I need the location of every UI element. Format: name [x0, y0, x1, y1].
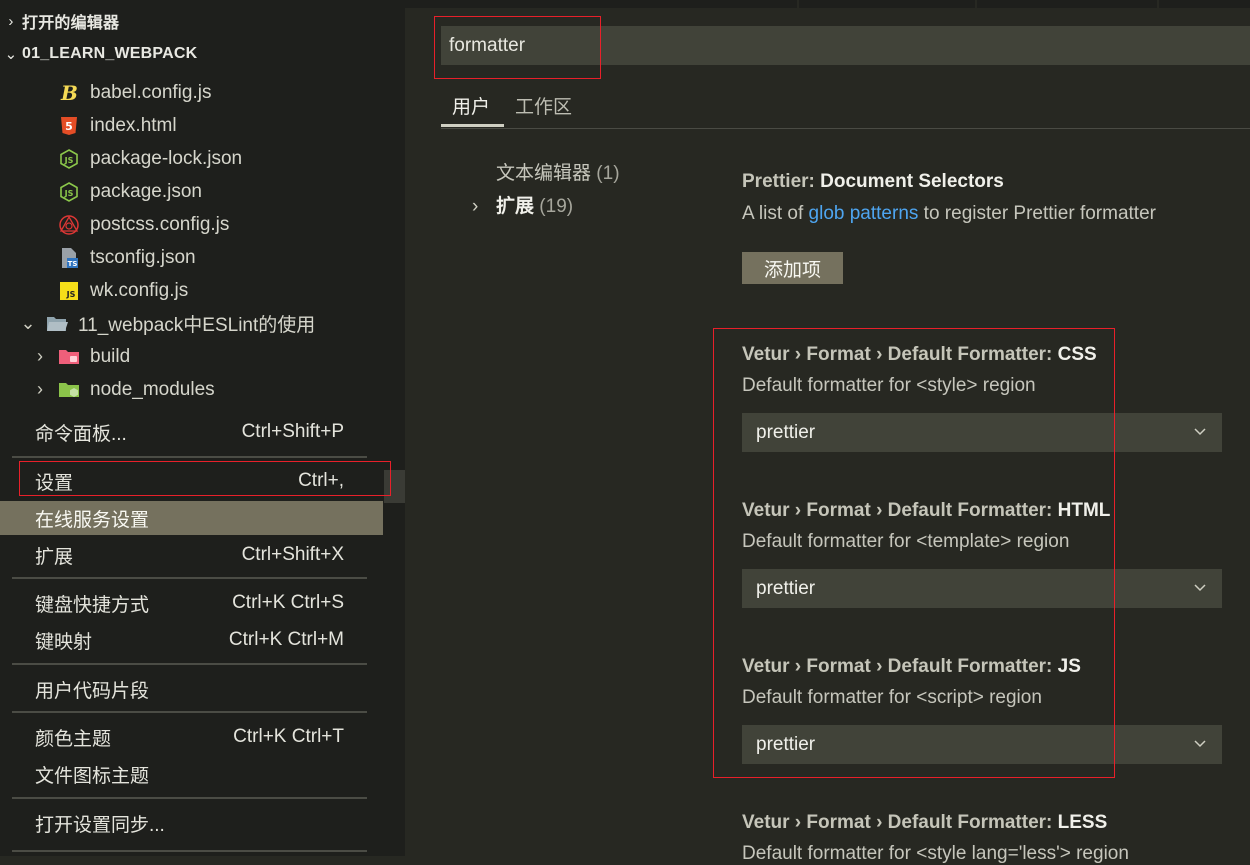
folder-name: build	[90, 345, 131, 367]
file-name: wk.config.js	[90, 279, 189, 301]
babel-icon: B	[58, 82, 80, 104]
file-item[interactable]: JS package.json	[58, 175, 202, 208]
menu-separator	[12, 711, 367, 713]
project-header[interactable]: ⌄ 01_LEARN_WEBPACK	[0, 38, 405, 70]
chevron-down-icon: ⌄	[4, 46, 18, 63]
svg-text:JS: JS	[66, 290, 76, 299]
chevron-right-icon: ›	[472, 196, 479, 217]
file-item[interactable]: JS wk.config.js	[58, 274, 188, 307]
open-editors-header[interactable]: › 打开的编辑器	[0, 5, 405, 37]
editor-tab-strip	[405, 0, 1250, 8]
menu-separator	[12, 850, 367, 852]
html5-icon: 5	[58, 115, 80, 137]
chevron-down-icon	[1194, 584, 1206, 592]
open-editors-label: 打开的编辑器	[22, 15, 120, 32]
postcss-icon	[58, 214, 80, 236]
menu-separator	[12, 456, 367, 458]
chevron-right-icon: ›	[8, 12, 14, 30]
tab-divider	[1157, 0, 1159, 8]
file-item[interactable]: TS tsconfig.json	[58, 241, 196, 274]
glob-patterns-link[interactable]: glob patterns	[809, 203, 919, 224]
chevron-right-icon: ›	[37, 379, 43, 399]
annotation-box-vetur-formatters	[713, 328, 1115, 778]
nodejs-icon: JS	[58, 148, 80, 170]
settings-scope-tabs: 用户 工作区	[441, 84, 1250, 129]
svg-text:5: 5	[65, 120, 73, 133]
annotation-box-search	[434, 16, 601, 79]
file-item[interactable]: postcss.config.js	[58, 208, 229, 241]
folder-node-icon	[58, 379, 80, 401]
setting-description: A list of glob patterns to register Pret…	[742, 203, 1156, 224]
menu-item-user-snippets[interactable]: 用户代码片段	[0, 671, 383, 707]
folder-open-icon	[46, 313, 68, 335]
setting-title: Prettier: Document Selectors	[742, 171, 1004, 192]
file-name: postcss.config.js	[90, 213, 230, 235]
folder-item[interactable]: ⌄ 11_webpack中ESLint的使用	[18, 307, 315, 340]
project-label: 01_LEARN_WEBPACK	[22, 45, 198, 62]
file-item[interactable]: B babel.config.js	[58, 76, 211, 109]
svg-text:JS: JS	[64, 156, 74, 165]
menu-separator	[12, 577, 367, 579]
folder-item[interactable]: › build	[30, 340, 130, 373]
folder-name: node_modules	[90, 378, 215, 400]
menu-item-keymaps[interactable]: 键映射 Ctrl+K Ctrl+M	[0, 622, 383, 658]
menu-separator	[12, 663, 367, 665]
annotation-box-settings-menu	[19, 461, 391, 496]
file-name: package.json	[90, 180, 202, 202]
menu-item-extensions[interactable]: 扩展 Ctrl+Shift+X	[0, 537, 383, 573]
typescript-config-icon: TS	[58, 247, 80, 269]
tab-divider	[975, 0, 977, 8]
folder-item[interactable]: › node_modules	[30, 373, 215, 406]
file-name: tsconfig.json	[90, 246, 196, 268]
setting-title: Vetur › Format › Default Formatter: LESS	[742, 812, 1108, 833]
chevron-down-icon: ⌄	[20, 313, 36, 333]
menu-item-settings-sync[interactable]: 打开设置同步...	[0, 805, 383, 841]
svg-text:TS: TS	[68, 260, 78, 268]
javascript-icon: JS	[58, 280, 80, 302]
nodejs-icon: JS	[58, 181, 80, 203]
menu-item-file-icon-theme[interactable]: 文件图标主题	[0, 756, 383, 792]
svg-text:JS: JS	[64, 189, 74, 198]
menu-item-keyboard-shortcuts[interactable]: 键盘快捷方式 Ctrl+K Ctrl+S	[0, 585, 383, 621]
setting-description: Default formatter for <style lang='less'…	[742, 843, 1129, 864]
folder-name: 11_webpack中ESLint的使用	[78, 315, 316, 336]
chevron-down-icon	[1194, 740, 1206, 748]
menu-item-command-palette[interactable]: 命令面板... Ctrl+Shift+P	[0, 414, 383, 450]
tab-workspace[interactable]: 工作区	[515, 92, 572, 119]
svg-text:B: B	[60, 82, 78, 104]
file-item[interactable]: 5 index.html	[58, 109, 177, 142]
file-name: index.html	[90, 114, 177, 136]
menu-separator	[12, 797, 367, 799]
add-item-button[interactable]: 添加项	[742, 252, 843, 284]
active-tab-indicator	[441, 124, 504, 127]
tab-divider	[797, 0, 799, 8]
toc-text-editor[interactable]: 文本编辑器 (1)	[496, 158, 620, 185]
folder-build-icon	[58, 346, 80, 368]
tab-user[interactable]: 用户	[452, 92, 490, 119]
file-item[interactable]: JS package-lock.json	[58, 142, 242, 175]
menu-item-color-theme[interactable]: 颜色主题 Ctrl+K Ctrl+T	[0, 719, 383, 755]
file-name: package-lock.json	[90, 147, 243, 169]
file-name: babel.config.js	[90, 81, 212, 103]
toc-extensions[interactable]: › 扩展 (19)	[472, 191, 573, 218]
menu-item-online-services[interactable]: 在线服务设置	[0, 501, 383, 535]
chevron-down-icon	[1194, 428, 1206, 436]
chevron-right-icon: ›	[37, 346, 43, 366]
